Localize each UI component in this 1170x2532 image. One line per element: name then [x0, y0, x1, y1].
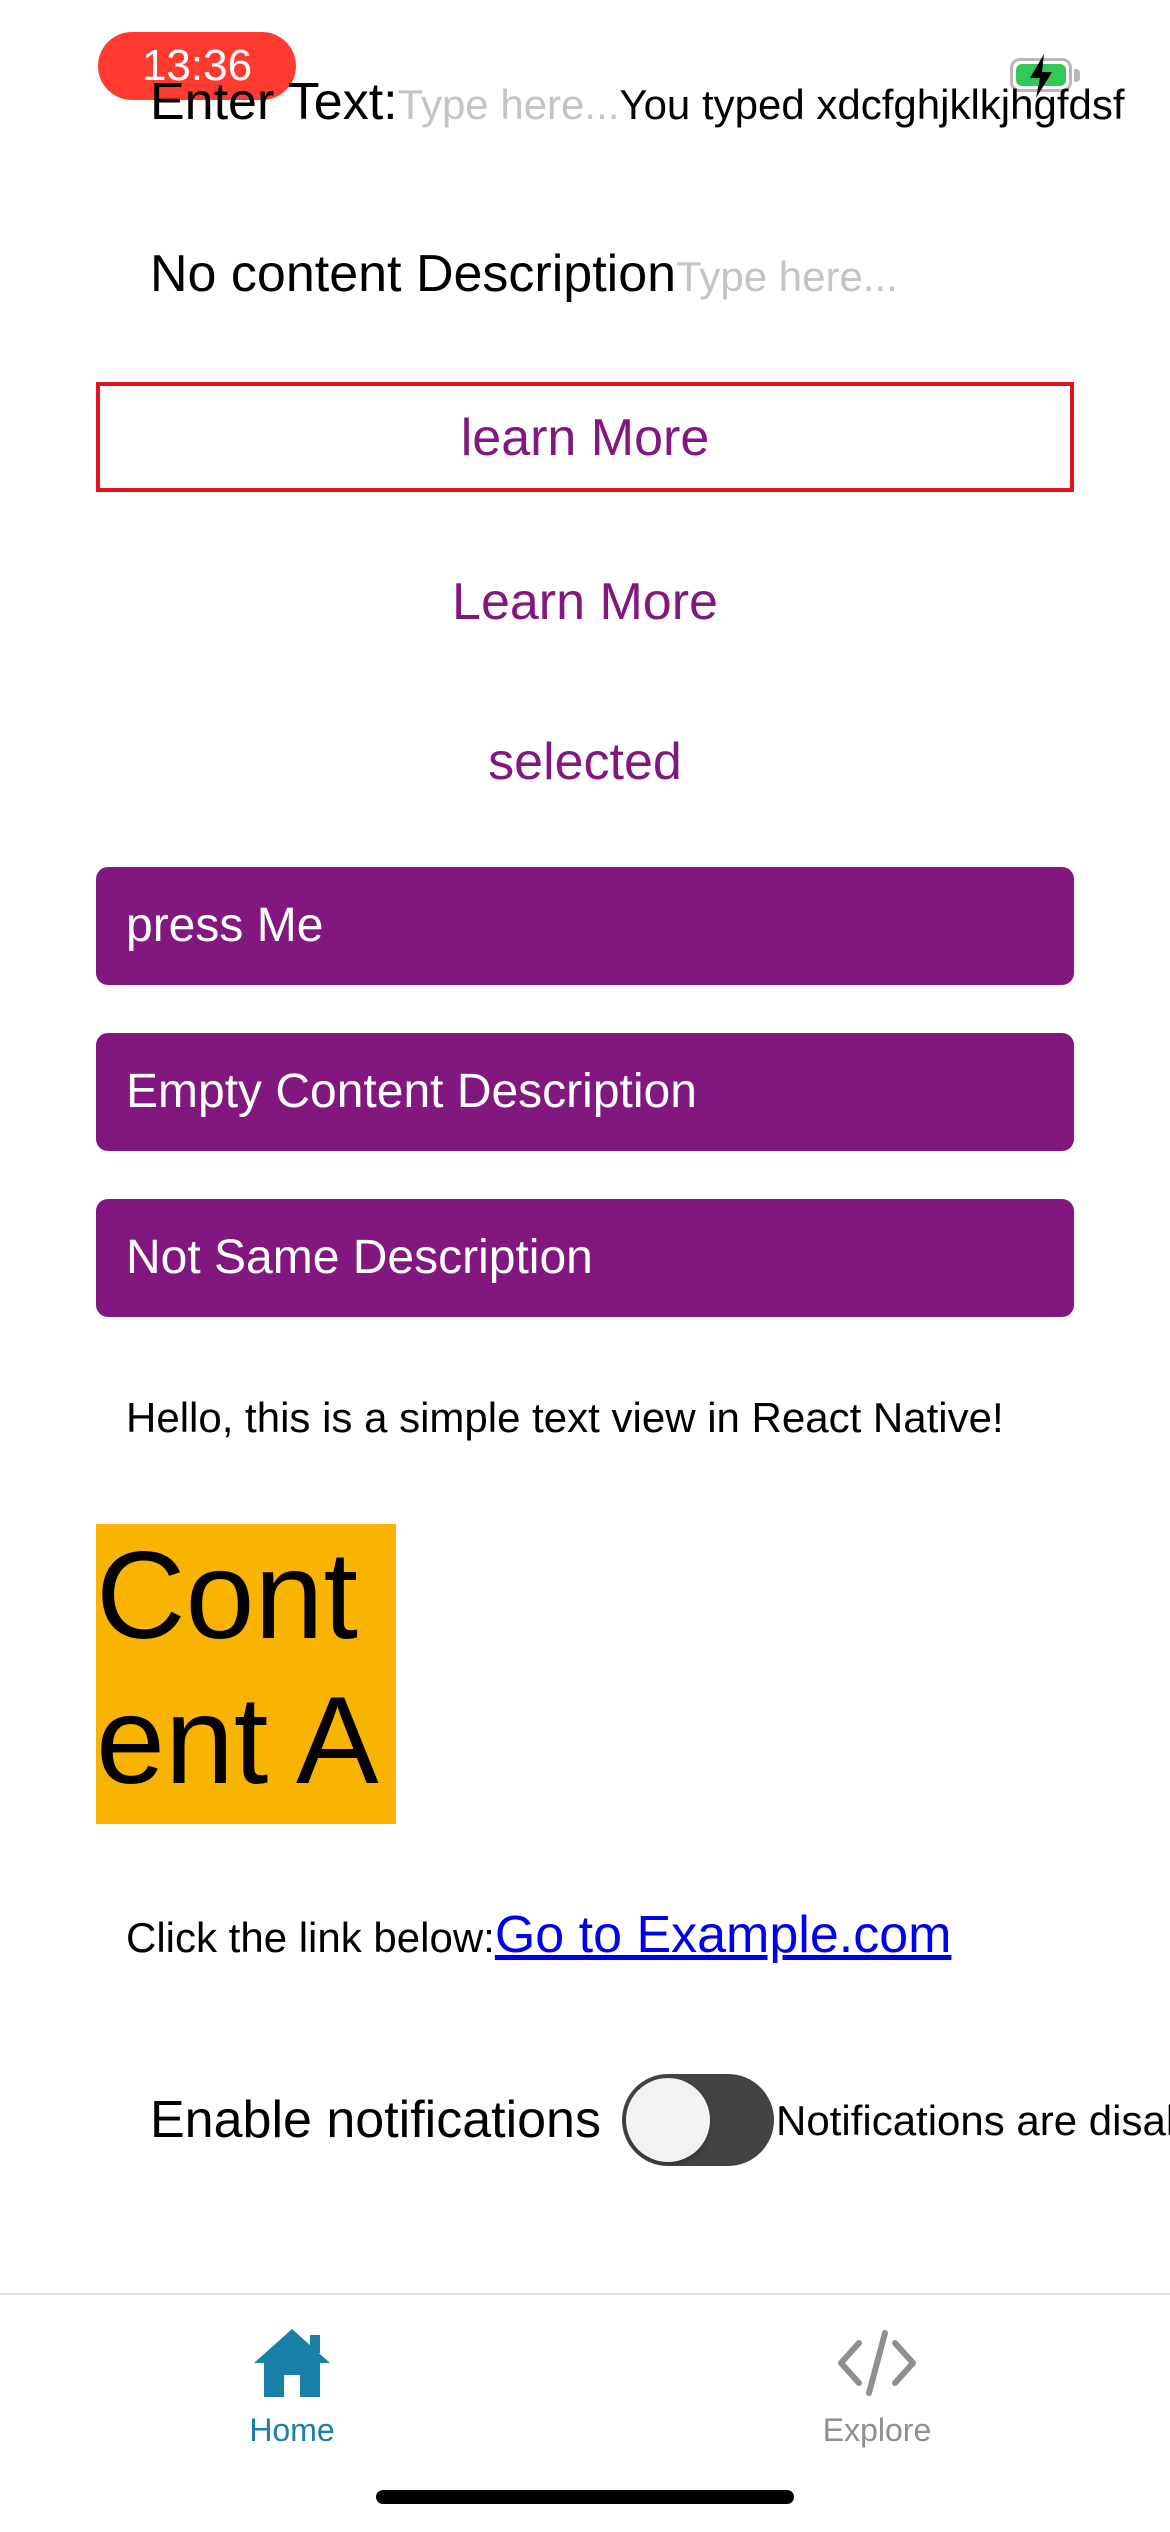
tab-home[interactable]: Home	[142, 2325, 442, 2449]
link-row: Click the link below:Go to Example.com	[126, 1905, 951, 1968]
hello-text: Hello, this is a simple text view in Rea…	[126, 1394, 1004, 1441]
press-me-button[interactable]: press Me	[96, 867, 1074, 985]
learn-more-outlined-button[interactable]: learn More	[96, 382, 1074, 492]
learn-more-button[interactable]: Learn More	[96, 547, 1074, 657]
notifications-label: Enable notifications	[150, 2091, 601, 2149]
notifications-status: Notifications are disabled	[776, 2097, 1170, 2144]
typed-echo: You typed xdcfghjklkjhgfdsf	[619, 81, 1125, 128]
enter-text-input[interactable]: Type here...	[398, 81, 620, 128]
toggle-knob	[626, 2078, 710, 2162]
enter-text-row: Enter Text:Type here...You typed xdcfghj…	[150, 72, 1170, 135]
home-icon	[254, 2329, 330, 2397]
not-same-button[interactable]: Not Same Description	[96, 1199, 1074, 1317]
no-content-label: No content Description	[150, 245, 677, 303]
enter-text-label: Enter Text:	[150, 73, 398, 131]
example-link[interactable]: Go to Example.com	[495, 1906, 952, 1964]
tab-explore[interactable]: Explore	[727, 2325, 1027, 2449]
code-icon	[838, 2330, 916, 2396]
tab-home-label: Home	[249, 2412, 335, 2448]
empty-content-button[interactable]: Empty Content Description	[96, 1033, 1074, 1151]
link-prefix: Click the link below:	[126, 1914, 495, 1961]
selected-button[interactable]: selected	[96, 707, 1074, 817]
no-content-row: No content DescriptionType here...	[150, 244, 898, 307]
notifications-toggle[interactable]	[622, 2074, 774, 2166]
no-content-input[interactable]: Type here...	[676, 253, 898, 300]
content-area: Content Ar	[96, 1524, 396, 1824]
home-indicator	[376, 2490, 794, 2504]
tab-explore-label: Explore	[822, 2412, 932, 2448]
